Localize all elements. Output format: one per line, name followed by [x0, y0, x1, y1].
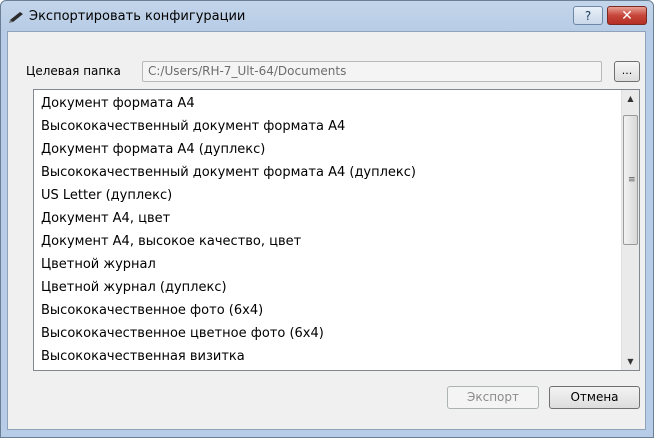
- close-button[interactable]: ✕: [607, 6, 647, 25]
- export-button[interactable]: Экспорт: [447, 386, 539, 409]
- vertical-scrollbar[interactable]: ▲ ≡ ▼: [621, 90, 639, 370]
- pen-icon: [9, 12, 23, 23]
- list-item[interactable]: Высококачественный документ формата А4: [34, 115, 620, 138]
- scroll-down-icon[interactable]: ▼: [622, 353, 639, 370]
- list-item[interactable]: Документ формата А4: [34, 92, 620, 115]
- cancel-button[interactable]: Отмена: [549, 386, 640, 409]
- list-items: Документ формата А4 Высококачественный д…: [34, 92, 620, 368]
- list-item[interactable]: Цветной журнал: [34, 253, 620, 276]
- list-item[interactable]: Высококачественное фото (6x4): [34, 299, 620, 322]
- window-title: Экспортировать конфигурации: [29, 9, 246, 24]
- list-item[interactable]: US Letter (дуплекс): [34, 184, 620, 207]
- target-folder-label: Целевая папка: [26, 64, 121, 78]
- target-folder-field[interactable]: C:/Users/RH-7_Ult-64/Documents: [142, 61, 602, 82]
- list-item[interactable]: Документ А4, высокое качество, цвет: [34, 230, 620, 253]
- scrollbar-thumb[interactable]: ≡: [623, 115, 638, 245]
- list-item[interactable]: Высококачественное цветное фото (6x4): [34, 322, 620, 345]
- list-item[interactable]: Высококачественный документ формата А4 (…: [34, 161, 620, 184]
- browse-button[interactable]: ...: [614, 61, 640, 82]
- list-item[interactable]: Высококачественная визитка: [34, 345, 620, 368]
- grip-icon: ≡: [628, 175, 636, 185]
- list-item[interactable]: Документ А4, цвет: [34, 207, 620, 230]
- list-item[interactable]: Документ формата А4 (дуплекс): [34, 138, 620, 161]
- scroll-up-icon[interactable]: ▲: [622, 90, 639, 107]
- help-button[interactable]: ?: [573, 6, 603, 25]
- title-bar[interactable]: Экспортировать конфигурации ? ✕: [1, 1, 653, 33]
- list-item[interactable]: Цветной журнал (дуплекс): [34, 276, 620, 299]
- configuration-list[interactable]: Документ формата А4 Высококачественный д…: [33, 89, 640, 371]
